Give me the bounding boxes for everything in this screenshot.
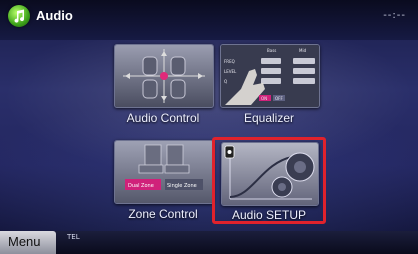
svg-text:Q: Q <box>224 79 227 84</box>
zone-control-label[interactable]: Zone Control <box>108 207 218 221</box>
selection-highlight <box>212 137 326 224</box>
audio-control-tile[interactable] <box>114 44 214 108</box>
svg-text:Single Zone: Single Zone <box>167 183 197 189</box>
audio-note-icon <box>8 5 30 27</box>
menu-label[interactable]: Menu <box>8 234 41 249</box>
audio-control-label[interactable]: Audio Control <box>108 111 218 125</box>
equalizer-label[interactable]: Equalizer <box>214 111 324 125</box>
car-seat-balance-icon <box>115 45 213 107</box>
svg-text:FREQ: FREQ <box>224 59 235 64</box>
bottom-bar <box>0 231 418 254</box>
audio-screen: Audio --:-- Audio Control Bass Mid FREQ … <box>0 0 418 254</box>
tel-indicator: TEL <box>67 233 80 241</box>
svg-text:Bass: Bass <box>267 48 276 53</box>
svg-text:Dual Zone: Dual Zone <box>128 183 154 189</box>
zone-control-tile[interactable]: Dual Zone Single Zone <box>114 140 214 204</box>
equalizer-panel-icon: Bass Mid FREQ LEVEL Q ON OFF <box>221 45 319 107</box>
seats-icon: Dual Zone Single Zone <box>115 141 213 203</box>
page-title: Audio <box>36 8 73 23</box>
svg-text:OFF: OFF <box>275 96 283 101</box>
svg-text:LEVEL: LEVEL <box>224 69 237 74</box>
equalizer-tile[interactable]: Bass Mid FREQ LEVEL Q ON OFF <box>220 44 320 108</box>
svg-text:Mid: Mid <box>299 48 307 53</box>
clock-display: --:-- <box>383 10 406 21</box>
svg-text:ON: ON <box>261 96 267 101</box>
